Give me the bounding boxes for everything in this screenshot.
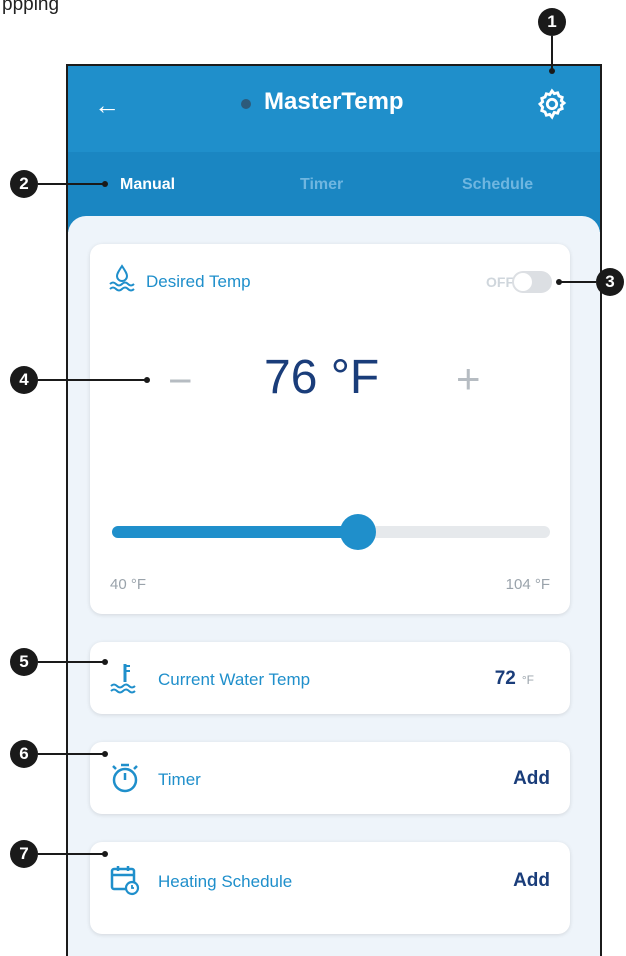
callout-4-leader <box>38 379 146 381</box>
callout-1-leader <box>551 36 553 70</box>
callout-6: 6 <box>10 740 38 768</box>
tab-manual[interactable]: Manual <box>120 176 175 194</box>
water-drop-icon <box>109 264 135 292</box>
callout-7-dot <box>102 851 108 857</box>
callout-7: 7 <box>10 840 38 868</box>
calendar-clock-icon <box>110 866 140 896</box>
callout-3-dot <box>556 279 562 285</box>
top-app-bar: ← MasterTemp <box>68 66 600 152</box>
power-toggle[interactable] <box>512 271 552 293</box>
current-water-temp-label: Current Water Temp <box>158 670 311 689</box>
thermometer-water-icon <box>110 664 136 694</box>
temp-slider[interactable] <box>112 514 550 550</box>
current-water-temp-value: 72 °F <box>495 668 534 690</box>
heating-schedule-card[interactable]: Heating Schedule Add <box>90 842 570 934</box>
decrease-temp-button[interactable]: − <box>168 360 193 402</box>
water-temp-number: 72 <box>494 668 516 689</box>
content-panel: Desired Temp OFF − 76 °F + 40 °F 104 °F <box>68 216 600 956</box>
callout-1: 1 <box>538 8 566 36</box>
toggle-knob <box>514 273 532 291</box>
heating-schedule-label: Heating Schedule <box>158 872 293 891</box>
callout-2-dot <box>102 181 108 187</box>
callout-6-leader <box>38 753 104 755</box>
callout-7-leader <box>38 853 104 855</box>
timer-label: Timer <box>158 770 201 789</box>
timer-card[interactable]: Timer Add <box>90 742 570 814</box>
callout-5-leader <box>38 661 104 663</box>
callout-2: 2 <box>10 170 38 198</box>
callout-3-leader <box>560 281 596 283</box>
slider-handle[interactable] <box>340 514 377 550</box>
desired-temp-card: Desired Temp OFF − 76 °F + 40 °F 104 °F <box>90 244 570 614</box>
gear-icon[interactable] <box>535 87 569 121</box>
current-water-temp-card: Current Water Temp 72 °F <box>90 642 570 714</box>
schedule-add-button[interactable]: Add <box>513 870 550 892</box>
callout-4: 4 <box>10 366 38 394</box>
callout-1-dot <box>549 68 555 74</box>
phone-screen: ← MasterTemp Manual Timer Schedule Desir… <box>66 64 602 956</box>
water-temp-unit: °F <box>521 673 534 687</box>
tab-timer[interactable]: Timer <box>300 176 343 194</box>
status-dot <box>241 99 251 109</box>
callout-6-dot <box>102 751 108 757</box>
stopwatch-icon <box>112 763 138 793</box>
callout-4-dot <box>144 377 150 383</box>
toggle-state-label: OFF <box>486 274 514 290</box>
app-title: MasterTemp <box>264 88 404 115</box>
callout-5: 5 <box>10 648 38 676</box>
callout-5-dot <box>102 659 108 665</box>
slider-max-label: 104 °F <box>505 576 550 593</box>
callout-3: 3 <box>596 268 624 296</box>
back-arrow-icon[interactable]: ← <box>94 90 124 120</box>
timer-add-button[interactable]: Add <box>513 768 550 790</box>
slider-min-label: 40 °F <box>110 576 147 593</box>
desired-temp-label: Desired Temp <box>146 272 251 291</box>
increase-temp-button[interactable]: + <box>456 358 481 400</box>
caption-text: ppping <box>2 0 60 15</box>
desired-temp-value: 76 °F <box>264 351 380 404</box>
slider-fill <box>112 526 359 538</box>
tab-schedule[interactable]: Schedule <box>462 176 533 194</box>
callout-2-leader <box>38 183 104 185</box>
